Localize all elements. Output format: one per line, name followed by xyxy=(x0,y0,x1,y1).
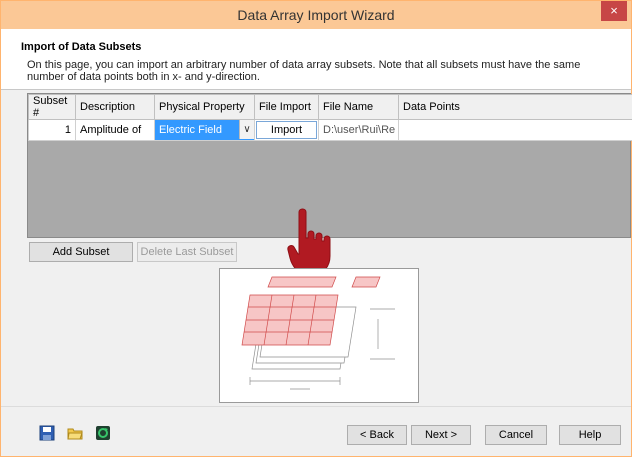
title-bar[interactable]: Data Array Import Wizard × xyxy=(1,1,631,29)
col-header-data-points[interactable]: Data Points xyxy=(398,94,632,120)
col-header-description[interactable]: Description xyxy=(75,94,155,120)
col-header-file-name[interactable]: File Name xyxy=(318,94,399,120)
save-icon[interactable] xyxy=(39,425,55,441)
close-button[interactable]: × xyxy=(601,1,627,21)
page-heading: Import of Data Subsets xyxy=(21,41,142,53)
col-header-physical-property[interactable]: Physical Property xyxy=(154,94,255,120)
wizard-footer: < Back Next > Cancel Help xyxy=(1,407,631,456)
refresh-icon[interactable] xyxy=(95,425,111,441)
col-header-file-import[interactable]: File Import xyxy=(254,94,319,120)
wizard-body: Subset # Description Physical Property F… xyxy=(1,90,632,406)
delete-last-subset-button[interactable]: Delete Last Subset xyxy=(137,242,237,262)
wizard-window: Data Array Import Wizard × Import of Dat… xyxy=(0,0,632,457)
physical-property-value: Electric Field xyxy=(159,124,222,136)
next-button[interactable]: Next > xyxy=(411,425,471,445)
page-description: On this page, you can import an arbitrar… xyxy=(27,59,581,83)
cell-description[interactable]: Amplitude of xyxy=(75,119,155,141)
page-header: Import of Data Subsets On this page, you… xyxy=(1,29,631,89)
cell-subset-number[interactable]: 1 xyxy=(28,119,76,141)
chevron-down-icon[interactable]: ∨ xyxy=(239,120,254,139)
col-header-subset[interactable]: Subset # xyxy=(28,94,76,120)
cancel-button[interactable]: Cancel xyxy=(485,425,547,445)
cell-file-import: Import xyxy=(254,119,319,141)
import-button[interactable]: Import xyxy=(256,121,317,139)
table-row[interactable]: 1 Amplitude of Electric Field ∨ Import D… xyxy=(28,119,632,141)
cell-data-points[interactable] xyxy=(398,119,632,141)
data-array-diagram xyxy=(241,276,395,390)
help-button[interactable]: Help xyxy=(559,425,621,445)
grid-header-row: Subset # Description Physical Property F… xyxy=(28,94,632,120)
back-button[interactable]: < Back xyxy=(347,425,407,445)
cell-physical-property[interactable]: Electric Field ∨ xyxy=(154,119,255,141)
cell-file-name[interactable]: D:\user\Rui\Re xyxy=(318,119,399,141)
open-folder-icon[interactable] xyxy=(67,425,83,441)
add-subset-button[interactable]: Add Subset xyxy=(29,242,133,262)
window-title: Data Array Import Wizard xyxy=(237,7,395,23)
data-subsets-illustration xyxy=(219,268,419,403)
